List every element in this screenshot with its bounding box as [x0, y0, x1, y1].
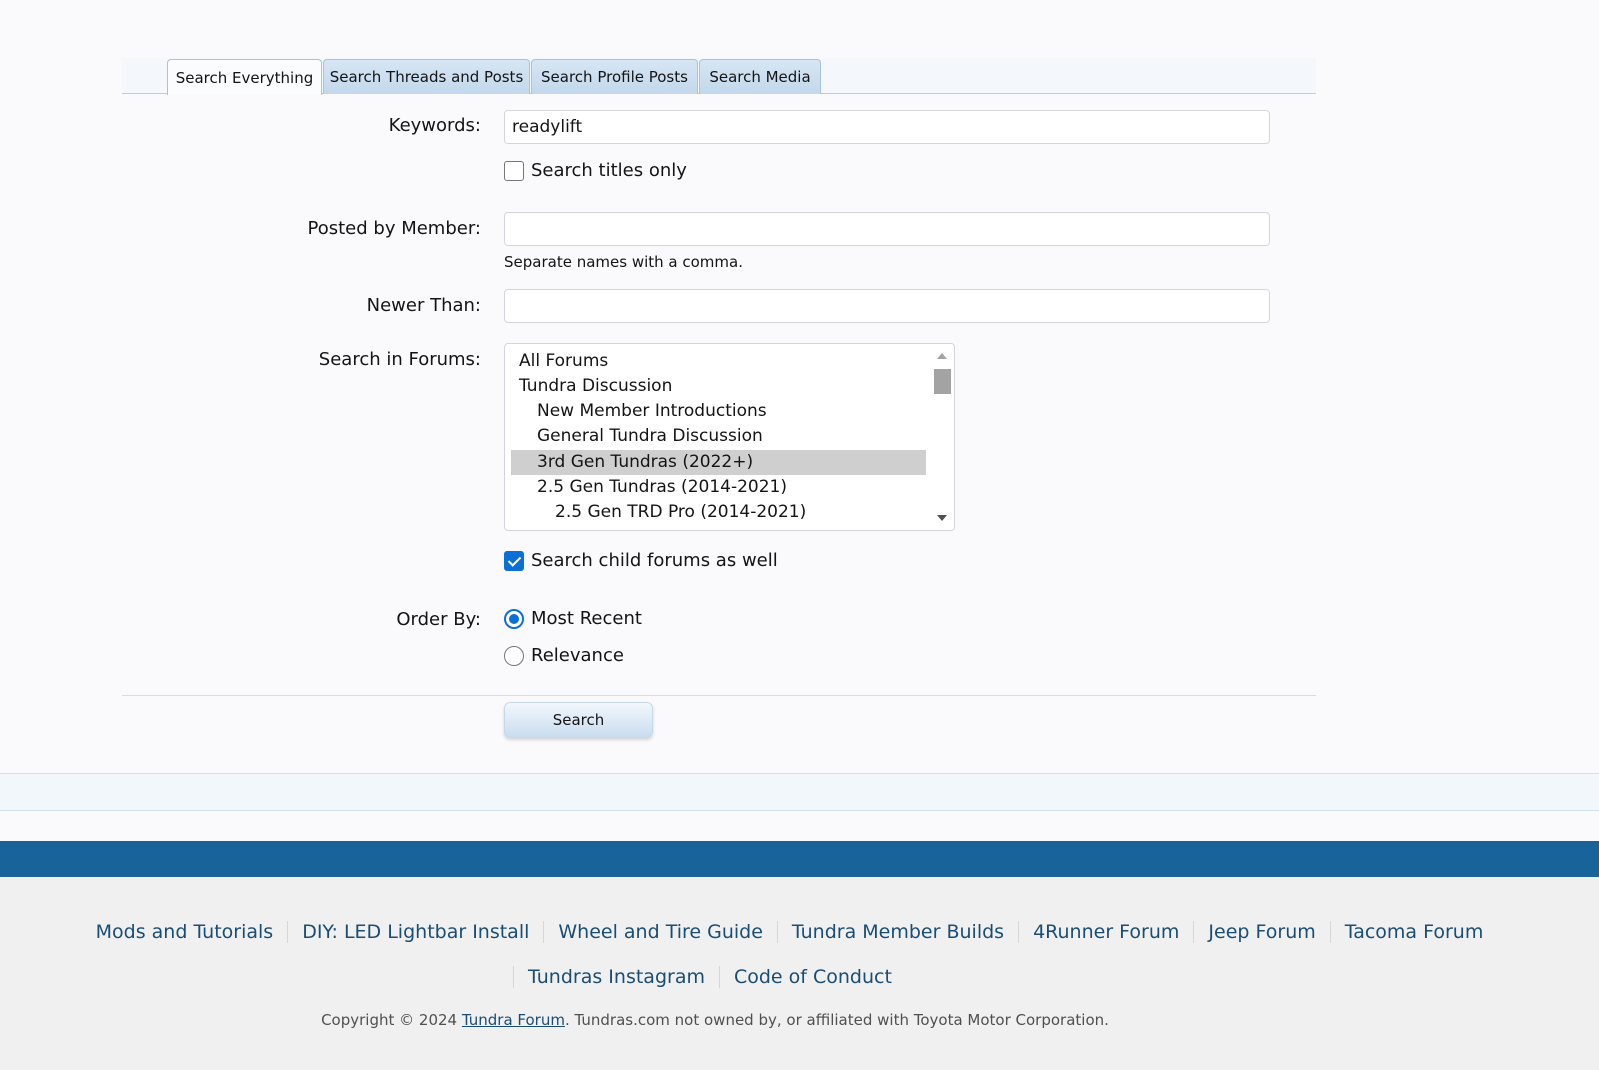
order-relevance-option[interactable]: Relevance	[504, 645, 624, 666]
search-button[interactable]: Search	[504, 702, 653, 738]
footer-bar	[0, 841, 1599, 877]
search-child-forums-option[interactable]: Search child forums as well	[504, 550, 778, 571]
order-relevance-label: Relevance	[531, 645, 624, 666]
search-titles-only-checkbox[interactable]	[504, 160, 524, 181]
search-child-forums-label: Search child forums as well	[531, 550, 778, 571]
order-most-recent-label: Most Recent	[531, 608, 642, 629]
breadcrumb-bar	[0, 773, 1599, 811]
keywords-label: Keywords:	[388, 115, 481, 136]
scroll-thumb[interactable]	[934, 369, 951, 394]
posted-by-member-hint: Separate names with a comma.	[504, 253, 743, 271]
footer-link-tundras-instagram[interactable]: Tundras Instagram	[513, 966, 719, 988]
tab-search-media[interactable]: Search Media	[699, 59, 821, 94]
search-child-forums-checkbox[interactable]	[504, 550, 524, 571]
newer-than-label: Newer Than:	[366, 295, 481, 316]
forum-list-scrollbar[interactable]	[930, 344, 954, 530]
order-most-recent-option[interactable]: Most Recent	[504, 608, 642, 629]
search-titles-only-option[interactable]: Search titles only	[504, 160, 687, 181]
copyright-suffix: . Tundras.com not owned by, or affiliate…	[564, 1011, 1109, 1029]
forum-option-3rd-gen-tundras[interactable]: 3rd Gen Tundras (2022+)	[511, 450, 926, 475]
footer-link-tundra-member-builds[interactable]: Tundra Member Builds	[776, 921, 1018, 943]
search-in-forums-label: Search in Forums:	[318, 349, 481, 370]
copyright-notice: Copyright © 2024 Tundra Forum. Tundras.c…	[0, 1011, 1430, 1029]
footer-link-wheel-and-tire-guide[interactable]: Wheel and Tire Guide	[543, 921, 777, 943]
footer-link-4runner-forum[interactable]: 4Runner Forum	[1018, 921, 1193, 943]
newer-than-input[interactable]	[504, 289, 1270, 323]
form-divider	[122, 695, 1316, 696]
scroll-up-arrow-icon[interactable]	[937, 353, 947, 359]
forum-option-2-5-gen-tundras[interactable]: 2.5 Gen Tundras (2014-2021)	[511, 475, 926, 500]
footer-links-row-2: Tundras Instagram Code of Conduct	[0, 966, 1599, 988]
forum-option-general-tundra-discussion[interactable]: General Tundra Discussion	[511, 424, 926, 449]
order-relevance-radio[interactable]	[504, 645, 524, 666]
forum-option-tundra-discussion[interactable]: Tundra Discussion	[511, 374, 926, 399]
footer-link-mods-and-tutorials[interactable]: Mods and Tutorials	[82, 921, 288, 943]
footer-links-row-1: Mods and Tutorials DIY: LED Lightbar Ins…	[0, 921, 1599, 943]
order-most-recent-radio[interactable]	[504, 608, 524, 629]
footer-link-code-of-conduct[interactable]: Code of Conduct	[718, 966, 906, 988]
posted-by-member-input[interactable]	[504, 212, 1270, 246]
footer-link-diy-led-lightbar-install[interactable]: DIY: LED Lightbar Install	[287, 921, 543, 943]
search-titles-only-label: Search titles only	[531, 160, 687, 181]
tab-search-profile-posts[interactable]: Search Profile Posts	[531, 59, 698, 94]
search-tabs: Search Everything Search Threads and Pos…	[122, 58, 1316, 95]
forum-select-list[interactable]: All Forums Tundra Discussion New Member …	[504, 343, 955, 531]
forum-option-all-forums[interactable]: All Forums	[511, 349, 926, 374]
tab-search-threads-and-posts[interactable]: Search Threads and Posts	[323, 59, 530, 94]
keywords-input[interactable]	[504, 110, 1270, 144]
footer: Mods and Tutorials DIY: LED Lightbar Ins…	[0, 877, 1599, 1070]
scroll-down-arrow-icon[interactable]	[937, 515, 947, 521]
copyright-tundra-forum-link[interactable]: Tundra Forum	[462, 1011, 565, 1029]
posted-by-member-label: Posted by Member:	[307, 218, 481, 239]
order-by-label: Order By:	[396, 609, 481, 630]
footer-link-tacoma-forum[interactable]: Tacoma Forum	[1329, 921, 1498, 943]
footer-link-jeep-forum[interactable]: Jeep Forum	[1193, 921, 1329, 943]
forum-option-2-5-gen-trd-pro[interactable]: 2.5 Gen TRD Pro (2014-2021)	[511, 500, 926, 525]
copyright-prefix: Copyright © 2024	[321, 1011, 462, 1029]
forum-option-new-member-introductions[interactable]: New Member Introductions	[511, 399, 926, 424]
tab-search-everything[interactable]: Search Everything	[167, 59, 322, 95]
